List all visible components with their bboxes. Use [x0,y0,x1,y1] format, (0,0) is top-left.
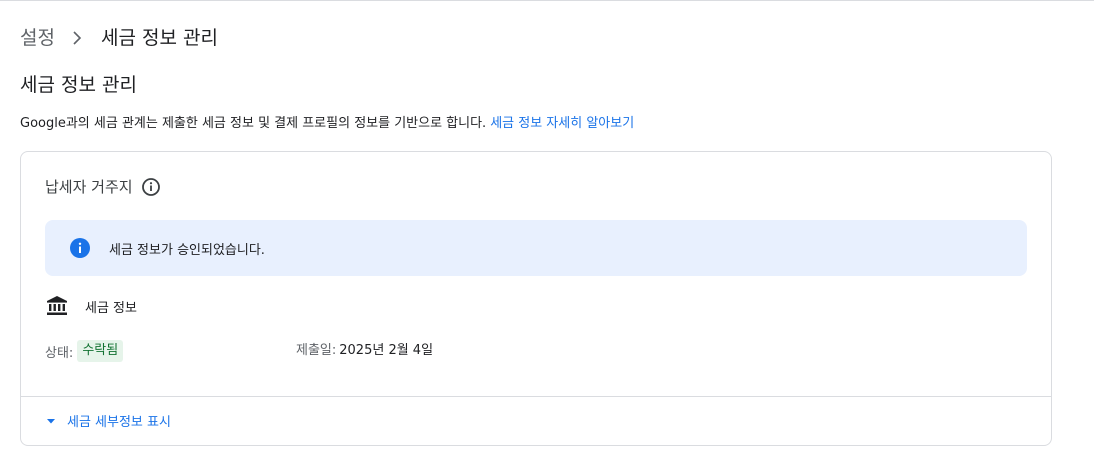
intro-text: Google과의 세금 관계는 제출한 세금 정보 및 결제 프로필의 정보를 … [20,116,487,131]
info-outline-icon[interactable] [141,177,161,197]
caret-down-icon [45,415,57,427]
breadcrumb-current: 세금 정보 관리 [100,27,218,49]
submitted-label: 제출일: [296,343,337,358]
submitted-date: 2025년 2월 4일 [339,343,434,358]
bank-icon [45,294,69,318]
status-row: 상태: 수락됨 [45,340,124,362]
submitted-row: 제출일: 2025년 2월 4일 [296,340,433,362]
status-label: 상태: [45,345,74,361]
tax-info-section: 세금 정보 [45,294,137,318]
tax-info-page: 설정 세금 정보 관리 세금 정보 관리 Google과의 세금 관계는 제출한… [0,0,1094,458]
card-header-title: 납세자 거주지 [45,178,133,196]
chevron-right-icon [65,26,89,50]
learn-more-link[interactable]: 세금 정보 자세히 알아보기 [490,116,634,131]
card-header: 납세자 거주지 [45,176,161,198]
info-filled-icon [69,237,91,259]
page-title: 세금 정보 관리 [20,74,137,96]
tax-info-label: 세금 정보 [85,300,137,316]
status-badge: 수락됨 [77,340,124,362]
card-divider [21,396,1051,397]
intro-text-block: Google과의 세금 관계는 제출한 세금 정보 및 결제 프로필의 정보를 … [20,114,634,134]
breadcrumb-settings-link[interactable]: 설정 [20,26,55,50]
tax-residency-card: 납세자 거주지 세금 정보가 승인되었습니다. 세금 정보 상태: 수락됨 제출… [20,151,1052,446]
show-tax-details-toggle[interactable]: 세금 세부정보 표시 [45,411,171,430]
approval-notice: 세금 정보가 승인되었습니다. [45,220,1027,276]
breadcrumb: 설정 세금 정보 관리 [20,26,218,50]
notice-text: 세금 정보가 승인되었습니다. [109,242,265,258]
show-tax-details-label: 세금 세부정보 표시 [67,415,171,430]
